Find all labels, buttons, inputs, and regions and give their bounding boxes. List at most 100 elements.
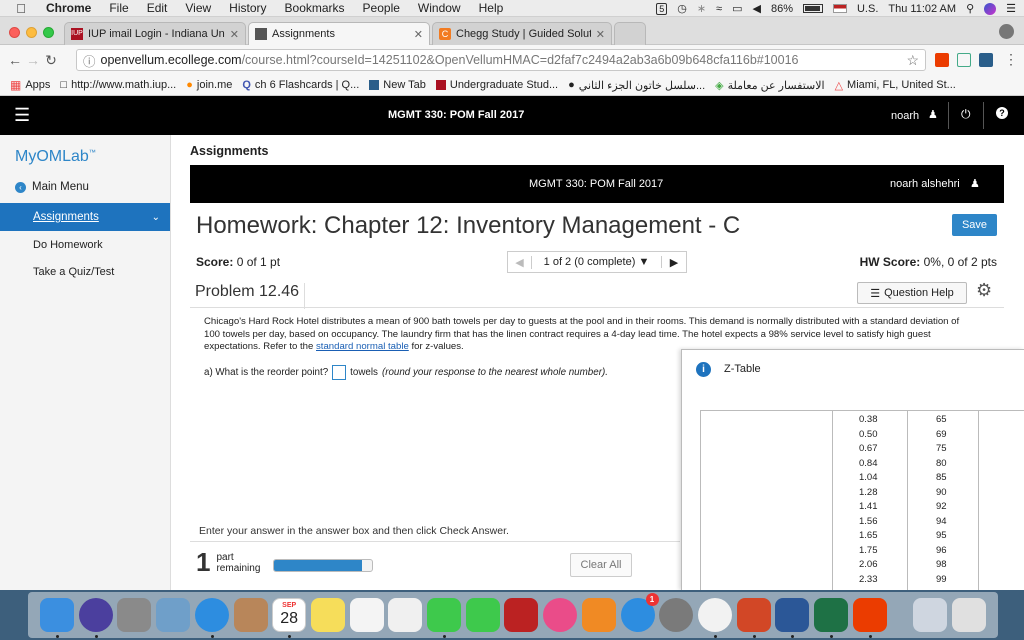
menu-window[interactable]: Window: [418, 1, 461, 15]
sidebar-item-take-quiz[interactable]: Take a Quiz/Test: [33, 266, 114, 278]
mail-stamp-icon[interactable]: [156, 598, 191, 632]
z-table-panel[interactable]: i Z-Table 0.38 65 0.50 69 0.67 75 0.84 80 1.04 85…: [681, 349, 1024, 590]
volume-icon[interactable]: ◀: [752, 2, 760, 15]
messages-icon[interactable]: [427, 598, 461, 632]
menu-help[interactable]: Help: [479, 1, 504, 15]
bookmark-miami[interactable]: △ Miami, FL, United St...: [835, 79, 956, 92]
clear-all-button[interactable]: Clear All: [570, 553, 632, 577]
bookmark-math-iup[interactable]: □ http://www.math.iup...: [60, 79, 176, 91]
user-name[interactable]: noarh: [891, 110, 919, 122]
help-icon[interactable]: ?: [996, 107, 1008, 119]
contacts-icon[interactable]: [233, 598, 268, 632]
minimize-window-button[interactable]: [26, 27, 37, 38]
app-store-icon[interactable]: 1: [620, 593, 659, 632]
sidebar-item-assignments[interactable]: Assignments ⌄: [0, 203, 170, 231]
myomlab-logo[interactable]: MyOMLab™: [15, 148, 96, 166]
status-5-icon[interactable]: 5: [656, 2, 668, 15]
back-icon[interactable]: ←: [6, 52, 24, 68]
bookmark-star-icon[interactable]: ☆: [906, 52, 919, 69]
address-bar[interactable]: ⓘ openvellum.ecollege.com/course.html?co…: [76, 49, 926, 71]
bookmark-arabic-inquiry[interactable]: ◈ الاستفسار عن معاملة: [715, 79, 824, 92]
input-source[interactable]: U.S.: [857, 3, 878, 15]
next-question-icon[interactable]: ▶: [662, 256, 686, 269]
power-icon[interactable]: ⏻: [961, 107, 971, 122]
ibooks-icon[interactable]: [581, 598, 616, 632]
office-icon[interactable]: [852, 598, 887, 632]
z-value: 1.28: [859, 486, 878, 498]
menu-bookmarks[interactable]: Bookmarks: [285, 1, 345, 15]
itunes-icon[interactable]: [543, 598, 578, 632]
siri-icon[interactable]: [78, 598, 113, 632]
battery-percent[interactable]: 86%: [771, 3, 793, 15]
word-icon[interactable]: [775, 598, 810, 632]
profile-icon[interactable]: [999, 24, 1014, 39]
extension-check-icon[interactable]: [979, 53, 993, 67]
reorder-point-input[interactable]: [332, 365, 347, 380]
spotlight-icon[interactable]: ⚲: [966, 2, 974, 15]
chrome-menu-icon[interactable]: ⋮: [1004, 51, 1018, 68]
notes-icon[interactable]: [310, 598, 345, 632]
sidebar-item-do-homework[interactable]: Do Homework: [33, 239, 103, 251]
launchpad-icon[interactable]: [117, 598, 152, 632]
running-indicator: [210, 635, 214, 638]
forward-icon[interactable]: →: [24, 52, 42, 68]
siri-menubar-icon[interactable]: [984, 2, 997, 15]
bookmark-new-tab[interactable]: New Tab: [369, 79, 426, 91]
menu-app-chrome[interactable]: Chrome: [46, 1, 91, 15]
info-icon[interactable]: ⓘ: [83, 51, 96, 70]
clock[interactable]: Thu 11:02 AM: [888, 3, 956, 15]
photos-icon[interactable]: [388, 598, 423, 632]
office-extension-icon[interactable]: [935, 53, 949, 67]
bookmark-flashcards[interactable]: Qch 6 Flashcards | Q...: [242, 79, 359, 91]
bookmark-joinme[interactable]: ● join.me: [186, 79, 232, 91]
close-window-button[interactable]: [9, 27, 20, 38]
standard-normal-table-link[interactable]: standard normal table: [316, 341, 409, 352]
finder-icon[interactable]: [40, 598, 74, 632]
bookmark-undergrad[interactable]: Undergraduate Stud...: [435, 79, 558, 91]
question-help-button[interactable]: ☰ Question Help: [857, 282, 967, 304]
close-tab-icon[interactable]: ✕: [414, 28, 423, 41]
tab-assignments[interactable]: Assignments ✕: [248, 22, 430, 45]
trash-icon[interactable]: [952, 598, 987, 632]
system-preferences-icon[interactable]: [659, 598, 694, 632]
reload-icon[interactable]: ↻: [42, 52, 60, 69]
bookmark-label: http://www.math.iup...: [71, 79, 177, 91]
menu-history[interactable]: History: [229, 1, 266, 15]
hamburger-menu-icon[interactable]: ☰: [14, 106, 30, 124]
menu-edit[interactable]: Edit: [147, 1, 168, 15]
menu-people[interactable]: People: [363, 1, 400, 15]
photo-booth-icon[interactable]: [504, 598, 539, 632]
bookmark-arabic-series[interactable]: ● سلسل خاتون الجزء الثاني...: [568, 79, 705, 92]
bluetooth-icon[interactable]: ∗: [697, 2, 706, 15]
airplay-icon[interactable]: ▭: [732, 2, 742, 15]
calendar-icon[interactable]: SEP 28: [272, 598, 307, 632]
question-select[interactable]: 1 of 2 (0 complete) ▼: [532, 256, 662, 268]
bookmark-apps[interactable]: ▦ Apps: [10, 78, 50, 92]
close-tab-icon[interactable]: ✕: [230, 28, 239, 41]
menu-view[interactable]: View: [185, 1, 211, 15]
extension-icon[interactable]: [957, 53, 971, 67]
time-machine-icon[interactable]: ◷: [677, 2, 687, 15]
tab-chegg[interactable]: C Chegg Study | Guided Solution ✕: [432, 22, 612, 45]
wifi-icon[interactable]: ≈: [716, 3, 722, 15]
close-tab-icon[interactable]: ✕: [596, 28, 605, 41]
save-button[interactable]: Save: [952, 214, 997, 236]
notification-center-icon[interactable]: ☰: [1006, 2, 1016, 15]
gear-icon[interactable]: ⚙: [976, 280, 992, 301]
prev-question-icon[interactable]: ◀: [508, 255, 532, 269]
new-tab-button[interactable]: [614, 22, 646, 45]
excel-icon[interactable]: [814, 598, 848, 632]
browser-toolbar: ← → ↻ ⓘ openvellum.ecollege.com/course.h…: [0, 45, 1024, 75]
z-table-row: 1.04 85: [701, 472, 1024, 487]
main-menu-link[interactable]: ‹ Main Menu: [15, 181, 89, 193]
tab-iup-imail[interactable]: IUP IUP imail Login - Indiana Unive ✕: [64, 22, 246, 45]
zoom-window-button[interactable]: [43, 27, 54, 38]
powerpoint-icon[interactable]: [736, 598, 771, 632]
reminders-icon[interactable]: [349, 598, 384, 632]
facetime-icon[interactable]: [465, 598, 500, 632]
downloads-icon[interactable]: [913, 598, 948, 632]
apple-icon[interactable]: : [14, 1, 28, 16]
chrome-icon[interactable]: [697, 598, 732, 632]
menu-file[interactable]: File: [109, 1, 128, 15]
safari-icon[interactable]: [194, 598, 229, 632]
